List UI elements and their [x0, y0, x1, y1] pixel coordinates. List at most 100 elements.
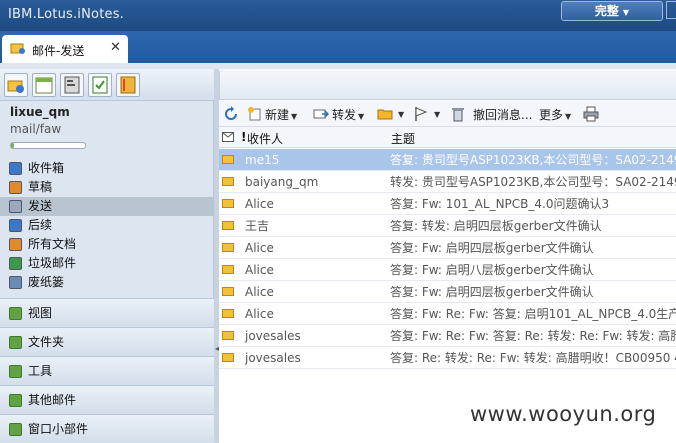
folder-dropdown[interactable]: ▼ [396, 106, 404, 120]
envelope-icon [222, 199, 234, 208]
window-control[interactable] [666, 1, 676, 19]
contacts-app-button[interactable] [60, 73, 84, 97]
top-bar: IBM.Lotus.iNotes. 完整 ▼ [0, 0, 676, 31]
folder-list: 收件箱 草稿 发送后续所有文档垃圾邮件废纸篓 [0, 159, 214, 292]
panel-header [219, 69, 676, 100]
expand-plus-icon [9, 423, 22, 436]
notebook-icon [120, 76, 136, 94]
expand-plus-icon [9, 394, 22, 407]
recipient-cell: Alice [245, 263, 274, 277]
user-name: lixue_qm [10, 105, 70, 119]
new-icon [248, 107, 261, 121]
folder-item-1[interactable]: 草稿 [0, 178, 214, 197]
recall-message-button[interactable]: 撤回消息... [473, 106, 532, 123]
section-header-0[interactable]: 视图 [0, 298, 214, 327]
recipient-cell: Alice [245, 241, 274, 255]
table-row[interactable]: Alice 答复: Fw: Re: Fw: 答复: 启明101_AL_NPCB_4… [219, 303, 676, 325]
forward-label: 转发 [332, 108, 357, 122]
envelope-icon [222, 287, 234, 296]
done-menu-button[interactable]: 完整 ▼ [561, 1, 663, 21]
new-button[interactable]: 新建 ▼ [265, 106, 297, 123]
envelope-column-icon[interactable] [222, 132, 234, 142]
expand-plus-icon [9, 336, 22, 349]
table-row[interactable]: 王吉 答复: 转发: 启明四层板gerber文件确认 [219, 215, 676, 237]
message-list: me15 答复: 贵司型号ASP1023KB,本公司型号：SA02-2149756… [219, 149, 676, 369]
section-header-3[interactable]: 其他邮件 [0, 385, 214, 414]
done-label: 完整 [594, 4, 619, 18]
chevron-down-icon: ▼ [565, 112, 572, 121]
mail-icon [10, 43, 25, 54]
table-row[interactable]: Alice 答复: Fw: 启明四层板gerber文件确认 [219, 237, 676, 259]
table-row[interactable]: Alice 答复: Fw: 101_AL_NPCB_4.0问题确认3 [219, 193, 676, 215]
todo-icon [92, 76, 108, 94]
section-label: 文件夹 [28, 335, 65, 349]
folder-label: 所有文档 [28, 237, 77, 251]
importance-column-icon[interactable]: ! [241, 130, 246, 144]
notebook-app-button[interactable] [116, 73, 140, 97]
sent-icon [9, 200, 22, 213]
table-row[interactable]: me15 答复: 贵司型号ASP1023KB,本公司型号：SA02-2149756 [219, 149, 676, 171]
folder-item-5[interactable]: 垃圾邮件 [0, 254, 214, 273]
print-icon[interactable] [583, 106, 599, 122]
table-row[interactable]: baiyang_qm 转发: 贵司型号ASP1023KB,本公司型号：SA02-2… [219, 171, 676, 193]
more-button[interactable]: 更多 ▼ [539, 106, 571, 123]
navigation-panel: lixue_qm mail/faw 收件箱 草稿 发送 后续 所有文档 垃圾邮件 废纸篓 视… [0, 69, 214, 443]
quota-fill [11, 143, 14, 148]
calendar-app-button[interactable] [32, 73, 56, 97]
subject-cell: 答复: Fw: 101_AL_NPCB_4.0问题确认3 [390, 197, 610, 211]
table-row[interactable]: jovesales 答复: Fw: Re: Fw: 答复: Re: 转发: Re:… [219, 325, 676, 347]
section-label: 视图 [28, 306, 53, 320]
folder-label: 废纸篓 [28, 275, 65, 289]
folder-label: 后续 [28, 218, 53, 232]
column-subject[interactable]: 主题 [391, 130, 415, 147]
close-icon[interactable]: ✕ [110, 40, 121, 55]
flag-icon[interactable] [413, 106, 429, 122]
folder-item-6[interactable]: 废纸篓 [0, 273, 214, 292]
inbox-icon [9, 162, 22, 175]
recipient-cell: Alice [245, 307, 274, 321]
section-label: 工具 [28, 364, 53, 378]
envelope-icon [222, 353, 234, 362]
recipient-cell: Alice [245, 197, 274, 211]
table-row[interactable]: Alice 答复: Fw: 启明八层板gerber文件确认 [219, 259, 676, 281]
envelope-icon [222, 265, 234, 274]
envelope-icon [222, 177, 234, 186]
chevron-down-icon: ▼ [434, 110, 441, 119]
column-to[interactable]: 收件人 [247, 130, 283, 147]
tab-strip: 邮件-发送 ✕ [0, 31, 676, 63]
all-docs-icon [9, 238, 22, 251]
action-bar: 新建 ▼ 转发 ▼ ▼ ▼ 撤回消息... 更多 ▼ [219, 101, 676, 127]
envelope-icon [222, 155, 234, 164]
section-header-1[interactable]: 文件夹 [0, 327, 214, 356]
tab-mail-sent[interactable]: 邮件-发送 ✕ [2, 35, 128, 63]
folder-icon[interactable] [377, 106, 393, 122]
calendar-icon [35, 77, 53, 94]
app-switcher-toolbar [0, 69, 214, 101]
folder-item-2[interactable]: 发送 [0, 197, 214, 216]
envelope-icon [222, 309, 234, 318]
table-row[interactable]: jovesales 答复: Re: 转发: Re: Fw: 转发: 高腊明收！CB… [219, 347, 676, 369]
expand-plus-icon [9, 365, 22, 378]
table-row[interactable]: Alice 答复: Fw: 启明四层板gerber文件确认 [219, 281, 676, 303]
section-header-4[interactable]: 窗口小部件 [0, 414, 214, 443]
junk-icon [9, 257, 22, 270]
chevron-down-icon: ▼ [291, 112, 298, 121]
tab-label: 邮件-发送 [32, 44, 85, 58]
refresh-icon[interactable] [223, 106, 239, 122]
subject-cell: 答复: Re: 转发: Re: Fw: 转发: 高腊明收！CB00950 40 [390, 351, 676, 365]
todo-app-button[interactable] [88, 73, 112, 97]
recipient-cell: jovesales [245, 351, 301, 365]
folder-item-3[interactable]: 后续 [0, 216, 214, 235]
forward-button[interactable]: 转发 ▼ [332, 106, 364, 123]
section-header-2[interactable]: 工具 [0, 356, 214, 385]
expand-plus-icon [9, 307, 22, 320]
chevron-down-icon: ▼ [622, 8, 630, 17]
flag-dropdown[interactable]: ▼ [432, 106, 440, 120]
trash-icon[interactable] [450, 106, 466, 122]
envelope-icon [222, 243, 234, 252]
flag-icon [9, 219, 22, 232]
folder-item-4[interactable]: 所有文档 [0, 235, 214, 254]
mail-app-button[interactable] [4, 73, 28, 97]
recipient-cell: 王吉 [245, 219, 270, 233]
folder-item-0[interactable]: 收件箱 [0, 159, 214, 178]
